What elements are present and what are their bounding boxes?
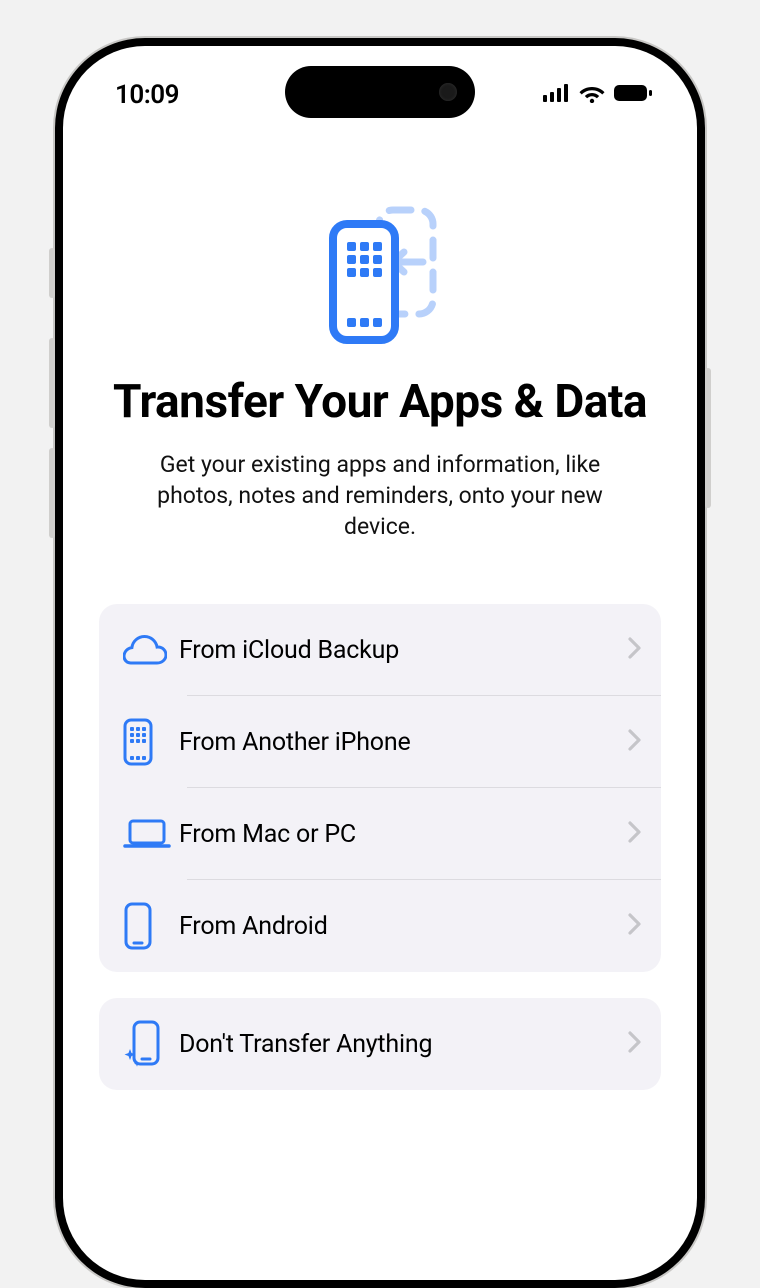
front-camera xyxy=(439,83,457,101)
chevron-right-icon xyxy=(628,821,641,847)
chevron-right-icon xyxy=(628,729,641,755)
silent-switch xyxy=(49,248,55,298)
volume-down-button xyxy=(49,448,55,538)
transfer-hero-icon xyxy=(315,206,445,350)
iphone-grid-icon xyxy=(123,718,179,766)
option-android[interactable]: From Android xyxy=(99,880,661,972)
option-icloud-backup[interactable]: From iCloud Backup xyxy=(99,604,661,696)
chevron-right-icon xyxy=(628,913,641,939)
cellular-icon xyxy=(543,84,571,106)
volume-up-button xyxy=(49,338,55,428)
screen: 10:09 xyxy=(63,46,697,1280)
phone-frame: 10:09 xyxy=(55,38,705,1288)
option-mac-or-pc[interactable]: From Mac or PC xyxy=(99,788,661,880)
laptop-icon xyxy=(123,818,179,850)
status-icons xyxy=(543,84,653,107)
phone-outline-icon xyxy=(123,902,179,950)
wifi-icon xyxy=(579,84,605,107)
page-subtitle: Get your existing apps and information, … xyxy=(99,449,661,542)
option-label: From Another iPhone xyxy=(179,728,628,757)
option-another-iphone[interactable]: From Another iPhone xyxy=(99,696,661,788)
option-dont-transfer[interactable]: Don't Transfer Anything xyxy=(99,998,661,1090)
status-time: 10:09 xyxy=(115,80,179,110)
skip-options-group: Don't Transfer Anything xyxy=(99,998,661,1090)
content-area: Transfer Your Apps & Data Get your exist… xyxy=(63,46,697,1116)
power-button xyxy=(705,368,711,508)
option-label: From iCloud Backup xyxy=(179,636,628,665)
option-label: Don't Transfer Anything xyxy=(179,1030,628,1059)
dynamic-island xyxy=(285,66,475,118)
chevron-right-icon xyxy=(628,637,641,663)
option-label: From Android xyxy=(179,912,628,941)
battery-icon xyxy=(613,84,653,106)
page-title: Transfer Your Apps & Data xyxy=(113,376,647,429)
transfer-options-group: From iCloud Backup xyxy=(99,604,661,972)
cloud-icon xyxy=(123,635,179,665)
chevron-right-icon xyxy=(628,1031,641,1057)
option-label: From Mac or PC xyxy=(179,820,628,849)
phone-sparkle-icon xyxy=(123,1019,179,1069)
